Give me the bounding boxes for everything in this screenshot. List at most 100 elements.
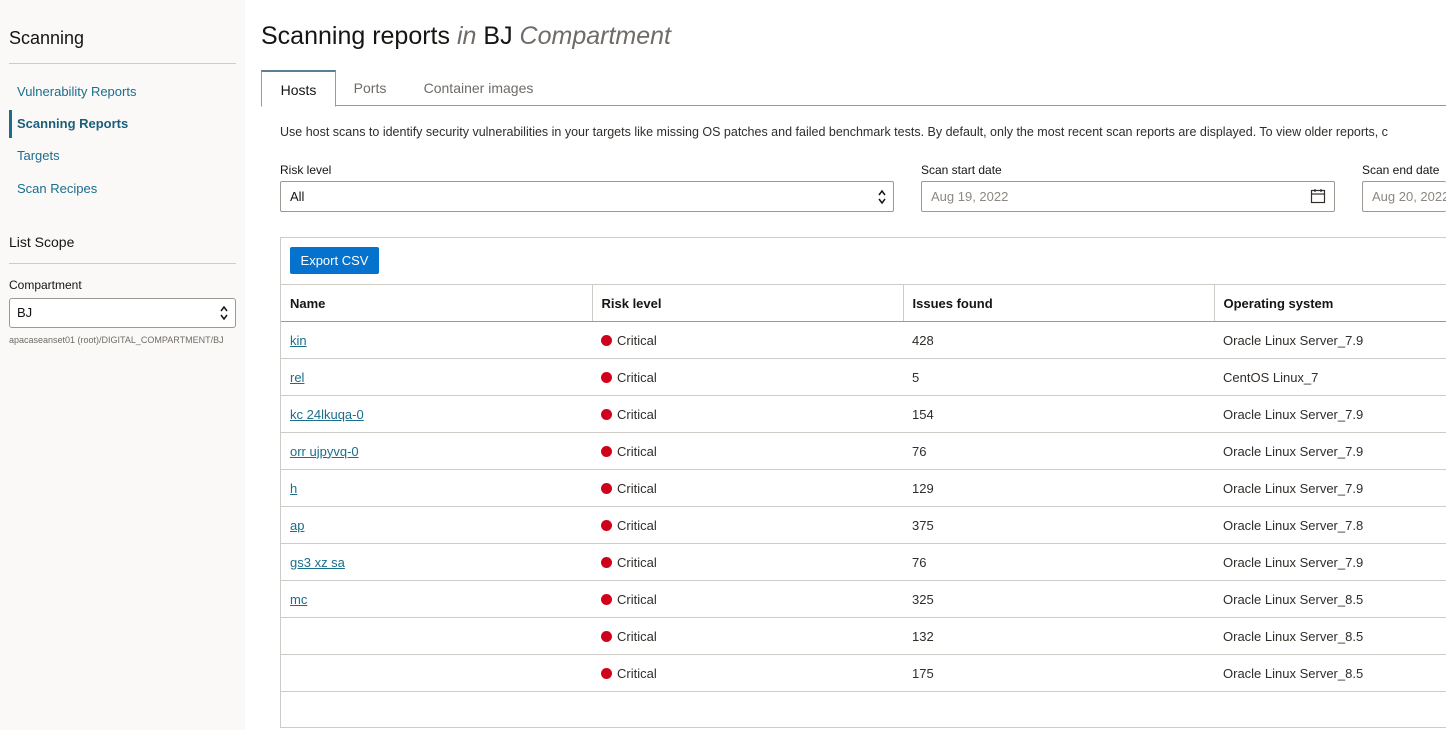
row-risk-cell: Critical bbox=[592, 543, 903, 581]
risk-level-text: Critical bbox=[617, 628, 657, 644]
row-issues-cell: 325 bbox=[903, 580, 1214, 618]
host-name-link[interactable]: rel bbox=[290, 370, 304, 385]
compartment-label: Compartment bbox=[9, 278, 82, 292]
host-name-link[interactable]: kin bbox=[290, 333, 307, 348]
row-os-cell: CentOS Linux_7 bbox=[1214, 358, 1446, 396]
scan-start-date-label: Scan start date bbox=[921, 163, 1002, 177]
column-header-operating-system[interactable]: Operating system bbox=[1214, 284, 1446, 322]
risk-level-text: Critical bbox=[617, 665, 657, 681]
calendar-icon[interactable] bbox=[1310, 188, 1326, 204]
scan-end-date-value: Aug 20, 2022 bbox=[1372, 189, 1446, 204]
scan-end-date-label: Scan end date bbox=[1362, 163, 1440, 177]
scan-end-date-input[interactable]: Aug 20, 2022 bbox=[1362, 181, 1446, 212]
row-issues-cell: 375 bbox=[903, 506, 1214, 544]
sidebar-item-scanning-reports[interactable]: Scanning Reports bbox=[9, 110, 236, 138]
row-name-cell bbox=[281, 617, 592, 655]
column-header-risk-level[interactable]: Risk level bbox=[592, 284, 904, 322]
table-row: mc Critical 325 Oracle Linux Server_8.5 bbox=[281, 580, 1446, 618]
row-issues-cell: 154 bbox=[903, 395, 1214, 433]
host-name-link[interactable]: kc 24lkuqa-0 bbox=[290, 407, 364, 422]
list-scope-heading: List Scope bbox=[9, 234, 75, 250]
scan-start-date-value: Aug 19, 2022 bbox=[931, 189, 1009, 204]
scan-reports-table-panel: Export CSV Name Risk level Issues found … bbox=[280, 237, 1446, 728]
page-title-text: Scanning reports bbox=[261, 22, 451, 50]
host-name-link[interactable]: orr ujpyvq-0 bbox=[290, 444, 359, 459]
row-name-cell: gs3 xz sa bbox=[281, 543, 592, 581]
row-os-cell: Oracle Linux Server_7.8 bbox=[1214, 506, 1446, 544]
host-name-link[interactable]: gs3 xz sa bbox=[290, 555, 345, 570]
row-risk-cell: Critical bbox=[592, 469, 903, 507]
row-issues-cell: 129 bbox=[903, 469, 1214, 507]
critical-status-icon bbox=[601, 593, 612, 605]
row-risk-cell: Critical bbox=[592, 654, 903, 692]
host-name-link[interactable]: mc bbox=[290, 592, 307, 607]
main-content: Scanning reports in BJ Compartment Hosts… bbox=[261, 0, 1446, 730]
table-row: h Critical 129 Oracle Linux Server_7.9 bbox=[281, 469, 1446, 507]
row-issues-cell: 76 bbox=[903, 543, 1214, 581]
host-name-link[interactable]: ap bbox=[290, 518, 304, 533]
row-name-cell: h bbox=[281, 469, 592, 507]
row-os-cell: Oracle Linux Server_7.9 bbox=[1214, 321, 1446, 359]
tab-hosts[interactable]: Hosts bbox=[261, 70, 336, 107]
risk-level-text: Critical bbox=[617, 332, 657, 348]
risk-level-select[interactable]: All bbox=[280, 181, 894, 212]
critical-status-icon bbox=[601, 334, 612, 346]
sidebar-item-targets[interactable]: Targets bbox=[9, 142, 236, 170]
row-name-cell: rel bbox=[281, 358, 592, 396]
critical-status-icon bbox=[601, 630, 612, 642]
row-os-cell: Oracle Linux Server_7.9 bbox=[1214, 432, 1446, 470]
table-row: rel Critical 5 CentOS Linux_7 bbox=[281, 358, 1446, 396]
column-header-issues-found[interactable]: Issues found bbox=[903, 284, 1215, 322]
page-title-compartment: BJ bbox=[483, 22, 513, 50]
updown-arrows-icon bbox=[878, 189, 886, 205]
critical-status-icon bbox=[601, 408, 612, 420]
row-os-cell: Oracle Linux Server_7.9 bbox=[1214, 543, 1446, 581]
row-issues-cell: 5 bbox=[903, 358, 1214, 396]
risk-level-text: Critical bbox=[617, 443, 657, 459]
row-risk-cell: Critical bbox=[592, 321, 903, 359]
critical-status-icon bbox=[601, 556, 612, 568]
critical-status-icon bbox=[601, 371, 612, 383]
row-name-cell bbox=[281, 654, 592, 692]
row-issues-cell: 132 bbox=[903, 617, 1214, 655]
row-risk-cell: Critical bbox=[592, 580, 903, 618]
row-os-cell: Oracle Linux Server_8.5 bbox=[1214, 580, 1446, 618]
row-name-cell: kin bbox=[281, 321, 592, 359]
row-os-cell: Oracle Linux Server_7.9 bbox=[1214, 469, 1446, 507]
risk-level-text: Critical bbox=[617, 480, 657, 496]
row-risk-cell: Critical bbox=[592, 395, 903, 433]
compartment-select[interactable]: BJ bbox=[9, 298, 236, 328]
column-header-name[interactable]: Name bbox=[281, 284, 593, 322]
updown-arrows-icon bbox=[220, 305, 228, 321]
scan-start-date-input[interactable]: Aug 19, 2022 bbox=[921, 181, 1335, 212]
divider bbox=[9, 63, 236, 64]
compartment-path: apacaseanset01 (root)/DIGITAL_COMPARTMEN… bbox=[9, 335, 224, 345]
row-risk-cell: Critical bbox=[592, 617, 903, 655]
risk-level-text: Critical bbox=[617, 591, 657, 607]
row-risk-cell: Critical bbox=[592, 506, 903, 544]
critical-status-icon bbox=[601, 482, 612, 494]
tab-container-images[interactable]: Container images bbox=[413, 70, 544, 106]
risk-level-value: All bbox=[290, 189, 305, 204]
table-row: kin Critical 428 Oracle Linux Server_7.9 bbox=[281, 321, 1446, 359]
risk-level-text: Critical bbox=[617, 517, 657, 533]
scan-reports-table: Name Risk level Issues found Operating s… bbox=[281, 284, 1446, 692]
row-os-cell: Oracle Linux Server_7.9 bbox=[1214, 395, 1446, 433]
page-title-compartment-suffix: Compartment bbox=[519, 22, 671, 50]
host-name-link[interactable]: h bbox=[290, 481, 297, 496]
tab-bar: Hosts Ports Container images bbox=[261, 70, 1446, 107]
row-name-cell: ap bbox=[281, 506, 592, 544]
sidebar-item-scan-recipes[interactable]: Scan Recipes bbox=[9, 175, 236, 203]
page-title: Scanning reports in BJ Compartment bbox=[261, 22, 671, 51]
row-risk-cell: Critical bbox=[592, 432, 903, 470]
table-row: orr ujpyvq-0 Critical 76 Oracle Linux Serve… bbox=[281, 432, 1446, 470]
table-row: kc 24lkuqa-0 Critical 154 Oracle Linux Serv… bbox=[281, 395, 1446, 433]
divider bbox=[9, 263, 236, 264]
table-row: Critical 132 Oracle Linux Server_8.5 bbox=[281, 617, 1446, 655]
row-risk-cell: Critical bbox=[592, 358, 903, 396]
sidebar-item-vulnerability-reports[interactable]: Vulnerability Reports bbox=[9, 78, 236, 106]
tab-ports[interactable]: Ports bbox=[341, 70, 399, 106]
critical-status-icon bbox=[601, 519, 612, 531]
row-issues-cell: 175 bbox=[903, 654, 1214, 692]
export-csv-button[interactable]: Export CSV bbox=[290, 247, 379, 274]
